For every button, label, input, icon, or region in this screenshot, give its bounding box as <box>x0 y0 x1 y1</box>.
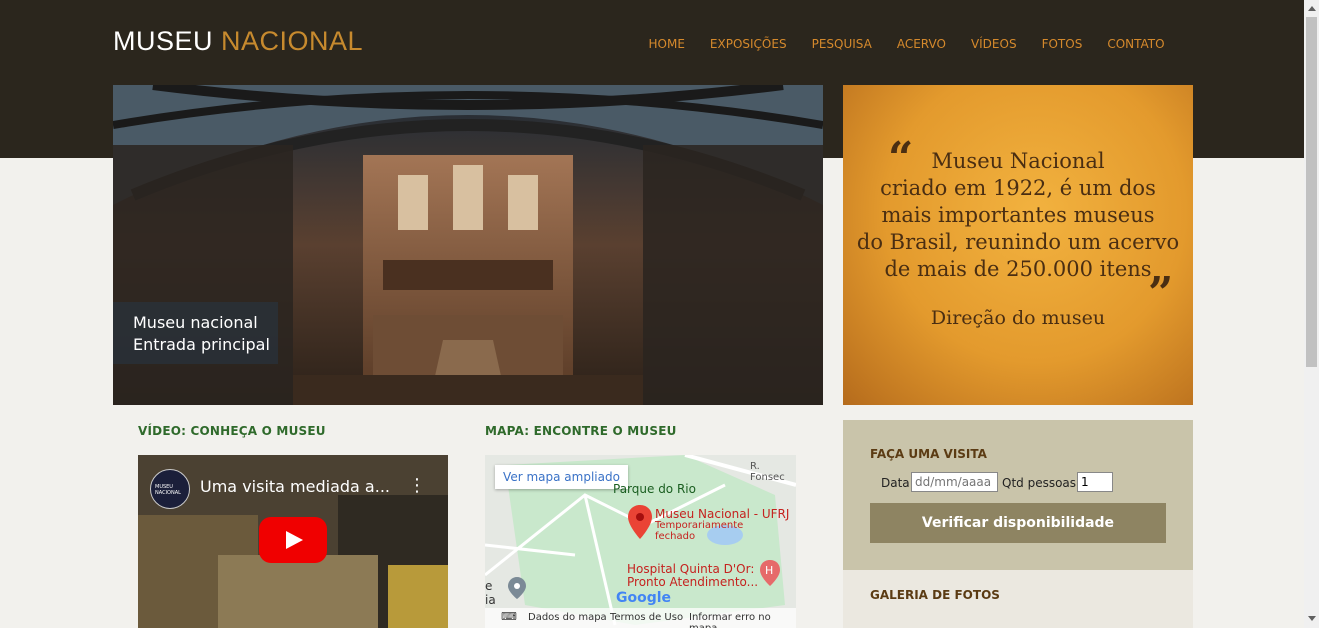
quote-text: Museu Nacional criado em 1922, é um dos … <box>843 148 1193 283</box>
site-logo[interactable]: MUSEU NACIONAL <box>113 26 363 57</box>
nav-home[interactable]: HOME <box>649 37 685 51</box>
map-embed[interactable]: Ver mapa ampliado R. Fonsec Parque do Ri… <box>485 455 796 628</box>
quote-line-3: mais importantes museus <box>881 203 1155 227</box>
hero-image: Museu nacional Entrada principal <box>113 85 823 405</box>
google-logo-text: Google <box>616 590 672 606</box>
quote-panel: “ Museu Nacional criado em 1922, é um do… <box>843 85 1193 405</box>
visit-panel: FAÇA UMA VISITA Data Qtd pessoas Verific… <box>843 420 1193 570</box>
date-label: Data <box>881 476 910 490</box>
quote-line-2: criado em 1922, é um dos <box>880 176 1156 200</box>
svg-text:H: H <box>765 564 773 577</box>
map-footer: ⌨ Dados do mapa Termos de Uso Informar e… <box>485 608 796 628</box>
hero-caption-subtitle: Entrada principal <box>133 335 270 354</box>
terms-link[interactable]: Termos de Uso <box>610 612 683 623</box>
qty-input[interactable] <box>1077 472 1113 492</box>
hospital-label-1: Hospital Quinta D'Or: <box>627 562 755 576</box>
page-scrollbar[interactable] <box>1304 0 1319 628</box>
nav-videos[interactable]: VÍDEOS <box>971 37 1017 51</box>
play-button[interactable] <box>259 517 327 563</box>
video-title[interactable]: Uma visita mediada a... <box>200 477 390 496</box>
check-availability-button[interactable]: Verificar disponibilidade <box>870 503 1166 543</box>
park-label: Parque do Rio <box>613 482 696 496</box>
map-edge-label-ia: ia <box>485 593 496 607</box>
scroll-up-icon[interactable] <box>1308 6 1316 11</box>
nav-pesquisa[interactable]: PESQUISA <box>812 37 872 51</box>
channel-avatar[interactable]: MUSEU NACIONAL <box>150 469 190 509</box>
qty-label: Qtd pessoas <box>1002 476 1077 490</box>
main-nav: HOME EXPOSIÇÕES PESQUISA ACERVO VÍDEOS F… <box>636 37 1177 51</box>
quote-line-5: de mais de 250.000 itens <box>884 257 1152 281</box>
view-larger-map-link[interactable]: Ver mapa ampliado <box>495 465 628 489</box>
keyboard-icon[interactable]: ⌨ <box>501 610 517 623</box>
video-heading: VÍDEO: CONHEÇA O MUSEU <box>138 424 326 438</box>
museum-status-1: Temporariamente <box>655 520 744 531</box>
quote-signature: Direção do museu <box>930 307 1106 329</box>
report-error-link[interactable]: Informar erro no mapa <box>689 612 796 628</box>
nav-contato[interactable]: CONTATO <box>1107 37 1164 51</box>
video-embed[interactable]: MUSEU NACIONAL Uma visita mediada a... ⋮ <box>138 455 448 628</box>
map-data-link[interactable]: Dados do mapa <box>528 612 607 623</box>
location-pin-gray-icon <box>508 577 526 599</box>
gallery-panel: GALERIA DE FOTOS <box>843 570 1193 628</box>
channel-name: MUSEU NACIONAL <box>155 484 181 496</box>
visit-heading: FAÇA UMA VISITA <box>870 447 987 461</box>
hospital-label-2: Pronto Atendimento... <box>627 575 759 589</box>
nav-acervo[interactable]: ACERVO <box>897 37 946 51</box>
museum-status-2: fechado <box>655 531 696 542</box>
quote-line-4: do Brasil, reunindo um acervo <box>856 230 1180 254</box>
hospital-pin-icon[interactable]: H <box>760 560 780 586</box>
nav-fotos[interactable]: FOTOS <box>1042 37 1083 51</box>
hero-caption: Museu nacional Entrada principal <box>113 302 278 364</box>
scrollbar-thumb[interactable] <box>1306 17 1317 367</box>
scroll-down-icon[interactable] <box>1308 616 1316 621</box>
street-label: R. Fonsec <box>750 461 785 483</box>
logo-word-museu: MUSEU <box>113 26 214 56</box>
quote-line-1: Museu Nacional <box>931 149 1105 173</box>
google-logo: Google <box>616 590 671 606</box>
nav-exposicoes[interactable]: EXPOSIÇÕES <box>710 37 787 51</box>
gallery-heading: GALERIA DE FOTOS <box>870 588 1000 602</box>
more-options-icon[interactable]: ⋮ <box>408 475 426 496</box>
date-input[interactable] <box>911 472 998 492</box>
hero-caption-title: Museu nacional <box>133 313 258 332</box>
map-pin-icon[interactable] <box>628 505 652 539</box>
map-heading: MAPA: ENCONTRE O MUSEU <box>485 424 677 438</box>
logo-word-nacional: NACIONAL <box>221 26 364 56</box>
map-edge-label-e: e <box>485 579 493 593</box>
museum-place-label[interactable]: Museu Nacional - UFRJ <box>655 507 789 521</box>
